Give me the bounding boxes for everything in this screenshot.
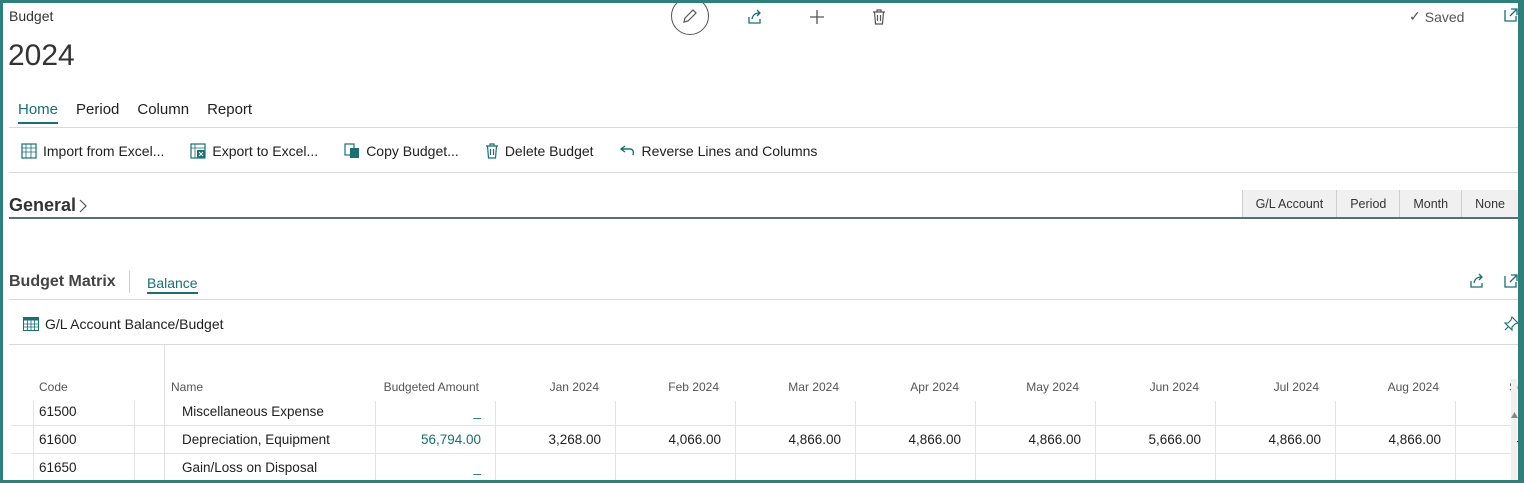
delete-budget-button[interactable]: Delete Budget — [485, 143, 594, 159]
row-61500-code[interactable]: 61500 — [39, 404, 77, 419]
edit-button[interactable] — [671, 3, 709, 35]
row-divider — [11, 425, 1512, 426]
pin-button[interactable] — [1503, 315, 1518, 337]
code-column-divider — [134, 401, 135, 480]
column-header-feb[interactable]: Feb 2024 — [615, 380, 719, 394]
aug-column-divider — [1455, 401, 1456, 480]
matrix-share-button[interactable] — [1469, 273, 1486, 294]
column-header-aug[interactable]: Aug 2024 — [1335, 380, 1439, 394]
copy-budget-label: Copy Budget... — [366, 143, 459, 159]
row-61650-code[interactable]: 61650 — [39, 460, 77, 475]
export-to-excel-button[interactable]: Export to Excel... — [190, 143, 318, 159]
saved-status: ✓ Saved — [1409, 8, 1464, 25]
row-61600-budgeted-amount[interactable]: 56,794.00 — [375, 432, 481, 447]
copy-budget-button[interactable]: Copy Budget... — [344, 143, 459, 159]
actions-divider — [9, 172, 1518, 173]
matrix-expand-button[interactable] — [1503, 273, 1518, 294]
row-61600-code[interactable]: 61600 — [39, 432, 77, 447]
tab-home[interactable]: Home — [18, 101, 59, 124]
page-title: 2024 — [8, 39, 75, 72]
page-caption: Budget — [9, 8, 54, 24]
tab-report[interactable]: Report — [207, 101, 252, 124]
import-from-excel-label: Import from Excel... — [43, 143, 165, 159]
row-61600-name[interactable]: Depreciation, Equipment — [182, 432, 330, 447]
row-61600-feb[interactable]: 4,066.00 — [615, 432, 721, 447]
pin-icon — [1503, 315, 1518, 332]
matrix-title-separator — [129, 271, 130, 293]
grid-table-icon — [23, 317, 39, 331]
trash-icon — [873, 9, 885, 25]
share-icon — [748, 9, 761, 24]
tab-column[interactable]: Column — [137, 101, 189, 124]
column-header-jan[interactable]: Jan 2024 — [495, 380, 599, 394]
chevron-right-icon — [79, 199, 87, 212]
column-header-code[interactable]: Code — [39, 380, 68, 394]
new-button[interactable] — [805, 3, 829, 31]
reverse-lines-columns-label: Reverse Lines and Columns — [641, 143, 818, 159]
reverse-lines-columns-button[interactable]: Reverse Lines and Columns — [619, 143, 818, 159]
row-61650-budgeted-amount[interactable]: _ — [375, 460, 481, 475]
import-from-excel-button[interactable]: Import from Excel... — [21, 143, 164, 159]
undo-arrow-icon — [619, 145, 634, 156]
grid-caption: G/L Account Balance/Budget — [23, 316, 224, 332]
row-61600-apr[interactable]: 4,866.00 — [855, 432, 961, 447]
tab-period[interactable]: Period — [76, 101, 119, 124]
general-underline — [9, 217, 1518, 219]
row-61650-name[interactable]: Gain/Loss on Disposal — [182, 460, 317, 475]
scroll-up-arrow-icon[interactable] — [1511, 405, 1518, 423]
general-summary-segments: G/L Account Period Month None — [1241, 190, 1518, 217]
pencil-icon — [683, 9, 697, 23]
trash-icon — [485, 143, 498, 159]
tabs-divider — [9, 127, 1518, 128]
action-tabs: Home Period Column Report — [18, 101, 252, 124]
column-header-budgeted-amount[interactable]: Budgeted Amount — [375, 380, 479, 394]
budget-matrix-title: Budget Matrix — [9, 273, 116, 290]
general-title: General — [9, 195, 77, 215]
plus-icon — [810, 10, 824, 24]
row-61600-mar[interactable]: 4,866.00 — [735, 432, 841, 447]
excel-export-icon — [190, 143, 206, 159]
matrix-header-divider — [9, 299, 1518, 300]
segment-gl-account[interactable]: G/L Account — [1241, 190, 1337, 217]
tab-balance[interactable]: Balance — [147, 275, 198, 294]
row-61600-jun[interactable]: 5,666.00 — [1095, 432, 1201, 447]
column-header-name[interactable]: Name — [171, 380, 203, 394]
row-61600-aug[interactable]: 4,866.00 — [1335, 432, 1441, 447]
row-61600-jul[interactable]: 4,866.00 — [1215, 432, 1321, 447]
check-icon: ✓ — [1409, 8, 1421, 24]
page-frame: Budget 2024 ✓ Saved Home Period Column R… — [0, 0, 1524, 483]
export-to-excel-label: Export to Excel... — [212, 143, 319, 159]
vertical-scrollbar[interactable] — [1511, 379, 1517, 480]
grid-caption-divider — [9, 344, 1518, 345]
general-fasttab[interactable]: General — [9, 195, 88, 216]
frozen-column-divider — [164, 345, 165, 480]
open-in-new-icon — [1504, 8, 1518, 22]
share-button[interactable] — [743, 3, 767, 31]
copy-icon — [344, 143, 360, 158]
grid-caption-label: G/L Account Balance/Budget — [45, 316, 224, 332]
row-selector-divider — [33, 401, 34, 480]
row-61600-may[interactable]: 4,866.00 — [975, 432, 1081, 447]
expand-icon — [1504, 274, 1518, 288]
segment-period[interactable]: Period — [1336, 190, 1400, 217]
column-header-jul[interactable]: Jul 2024 — [1215, 380, 1319, 394]
share-icon — [1470, 273, 1483, 288]
row-61500-name[interactable]: Miscellaneous Expense — [182, 404, 324, 419]
row-divider — [11, 453, 1512, 454]
action-bar: Import from Excel... Export to Excel... … — [21, 143, 817, 159]
row-61500-budgeted-amount[interactable]: _ — [375, 404, 481, 419]
saved-label: Saved — [1424, 8, 1465, 25]
segment-month[interactable]: Month — [1399, 190, 1462, 217]
delete-budget-label: Delete Budget — [504, 143, 594, 159]
delete-button[interactable] — [867, 3, 891, 31]
open-new-window-button[interactable] — [1503, 7, 1518, 28]
segment-none[interactable]: None — [1461, 190, 1518, 217]
excel-import-icon — [21, 143, 37, 159]
column-header-jun[interactable]: Jun 2024 — [1095, 380, 1199, 394]
column-header-may[interactable]: May 2024 — [975, 380, 1079, 394]
column-header-apr[interactable]: Apr 2024 — [855, 380, 959, 394]
column-header-mar[interactable]: Mar 2024 — [735, 380, 839, 394]
row-61600-jan[interactable]: 3,268.00 — [495, 432, 601, 447]
